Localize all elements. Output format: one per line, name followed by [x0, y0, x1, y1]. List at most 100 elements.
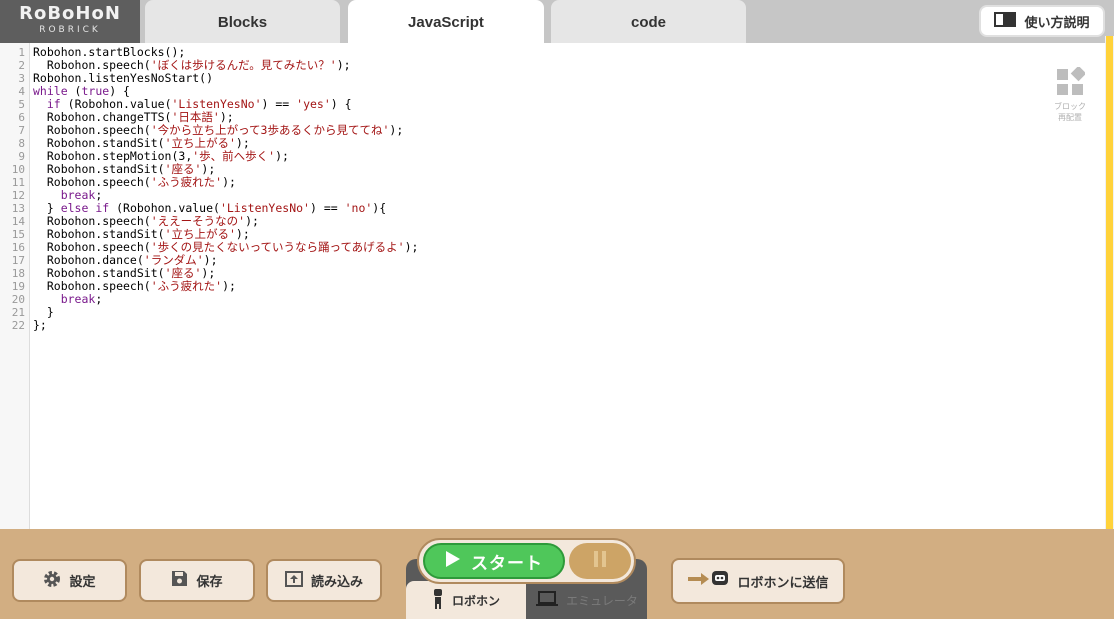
mode-emulator-tab[interactable]: エミュレータ — [527, 581, 647, 619]
tab-code[interactable]: code — [551, 0, 746, 43]
code-token: '日本語' — [171, 110, 220, 124]
book-icon — [994, 11, 1017, 31]
save-button[interactable]: 保存 — [139, 559, 255, 602]
code-token: '座る' — [164, 266, 202, 280]
logo-main-text: RoBoHoN — [19, 3, 121, 24]
send-label: ロボホンに送信 — [737, 575, 829, 591]
code-token: Robohon.speech( — [33, 279, 151, 293]
robot-icon — [432, 588, 444, 612]
code-token: Robohon.stepMotion(3, — [33, 149, 193, 163]
line-number: 2 — [18, 59, 25, 72]
code-token: 'ListenYesNo' — [219, 201, 310, 215]
code-token: ); — [203, 253, 218, 267]
line-number: 7 — [18, 124, 25, 137]
code-token: ; — [95, 188, 103, 202]
code-token: 'no' — [344, 201, 373, 215]
code-token: ) { — [109, 84, 130, 98]
line-number: 5 — [18, 98, 25, 111]
code-token: 'ええーそうなの' — [150, 214, 246, 228]
line-number: 15 — [11, 228, 25, 241]
line-number: 9 — [18, 150, 25, 163]
save-icon — [171, 570, 188, 591]
play-icon — [445, 550, 461, 573]
code-token: Robohon.dance( — [33, 253, 144, 267]
code-token: else if — [60, 201, 110, 215]
code-token: 'ふう疲れた' — [150, 175, 223, 189]
code-token: ); — [404, 240, 419, 254]
code-token: 'ぼくは歩けるんだ。見てみたい？' — [150, 58, 337, 72]
code-token: } — [33, 201, 61, 215]
settings-button[interactable]: 設定 — [12, 559, 127, 602]
start-label: スタート — [471, 553, 543, 574]
block-arrange-icon — [1055, 65, 1087, 101]
app-logo: RoBoHoN ROBRICK — [0, 0, 140, 43]
code-token: 'ふう疲れた' — [150, 279, 223, 293]
load-label: 読み込み — [310, 575, 363, 590]
scrollbar-thumb[interactable] — [1106, 36, 1113, 529]
mode-emulator-label: エミュレータ — [566, 593, 638, 608]
code-token: ) { — [330, 97, 352, 111]
code-token: 'ListenYesNo' — [171, 97, 262, 111]
code-token: '立ち上がる' — [164, 136, 236, 150]
block-arrange-button[interactable]: ブロック 再配置 — [1048, 65, 1092, 129]
code-token: Robohon.standSit( — [33, 136, 165, 150]
code-token: ); — [201, 162, 216, 176]
logo-sub-text: ROBRICK — [39, 25, 101, 35]
line-number: 6 — [18, 111, 25, 124]
send-to-robohon-button[interactable]: ロボホンに送信 — [671, 558, 845, 604]
tab-javascript[interactable]: JavaScript — [348, 0, 544, 43]
line-number: 16 — [11, 241, 25, 254]
line-number: 12 — [11, 189, 25, 202]
code-token: ); — [222, 279, 236, 293]
line-number: 8 — [18, 137, 25, 150]
pause-button[interactable] — [569, 543, 631, 579]
help-button-label: 使い方説明 — [1024, 15, 1090, 31]
mode-robot-tab[interactable]: ロボホン — [406, 581, 526, 619]
code-token: ; — [95, 292, 103, 306]
code-line[interactable]: }; — [33, 319, 47, 332]
code-token: ); — [201, 266, 216, 280]
code-token: Robohon.speech( — [33, 58, 151, 72]
line-number: 19 — [11, 280, 25, 293]
help-button[interactable]: 使い方説明 — [979, 5, 1105, 37]
code-token: ){ — [372, 201, 387, 215]
code-token: Robohon.speech( — [33, 214, 151, 228]
settings-label: 設定 — [69, 575, 96, 590]
code-token: ); — [245, 214, 259, 228]
start-control-group: スタート — [417, 538, 636, 584]
start-button[interactable]: スタート — [423, 543, 565, 579]
code-token: }; — [33, 318, 47, 332]
line-number: 21 — [11, 306, 25, 319]
save-label: 保存 — [196, 575, 223, 590]
right-scrollbar[interactable] — [1105, 36, 1114, 529]
code-token: (Robohon.value( — [109, 201, 220, 215]
code-token: true — [81, 84, 110, 98]
robot-send-icon — [687, 569, 729, 593]
code-token: break — [60, 188, 96, 202]
code-token: ) == — [309, 201, 345, 215]
code-token: Robohon.standSit( — [33, 266, 165, 280]
line-number: 18 — [11, 267, 25, 280]
code-token: ); — [219, 110, 234, 124]
code-token: if — [46, 97, 61, 111]
code-token: ); — [336, 58, 351, 72]
load-button[interactable]: 読み込み — [266, 559, 382, 602]
code-token: ); — [389, 123, 404, 137]
line-number: 20 — [11, 293, 25, 306]
upload-icon — [284, 570, 303, 591]
code-token: ) == — [261, 97, 297, 111]
tab-blocks[interactable]: Blocks — [145, 0, 340, 43]
line-number: 17 — [11, 254, 25, 267]
line-number: 22 — [11, 319, 25, 332]
line-number: 13 — [11, 202, 25, 215]
code-token: 'ランダム' — [143, 253, 204, 267]
code-token: ( — [67, 84, 82, 98]
code-editor[interactable]: 1 2 3 4 5 6 7 8 9 10 11 12 13 14 15 16 17 18 19 20 21 22 Robo… — [0, 43, 1105, 529]
line-number: 14 — [11, 215, 25, 228]
code-token: } — [33, 305, 54, 319]
block-arrange-label-2: 再配置 — [1058, 113, 1082, 122]
line-number: 1 — [18, 46, 25, 59]
pause-icon — [593, 550, 607, 572]
line-number: 4 — [18, 85, 25, 98]
